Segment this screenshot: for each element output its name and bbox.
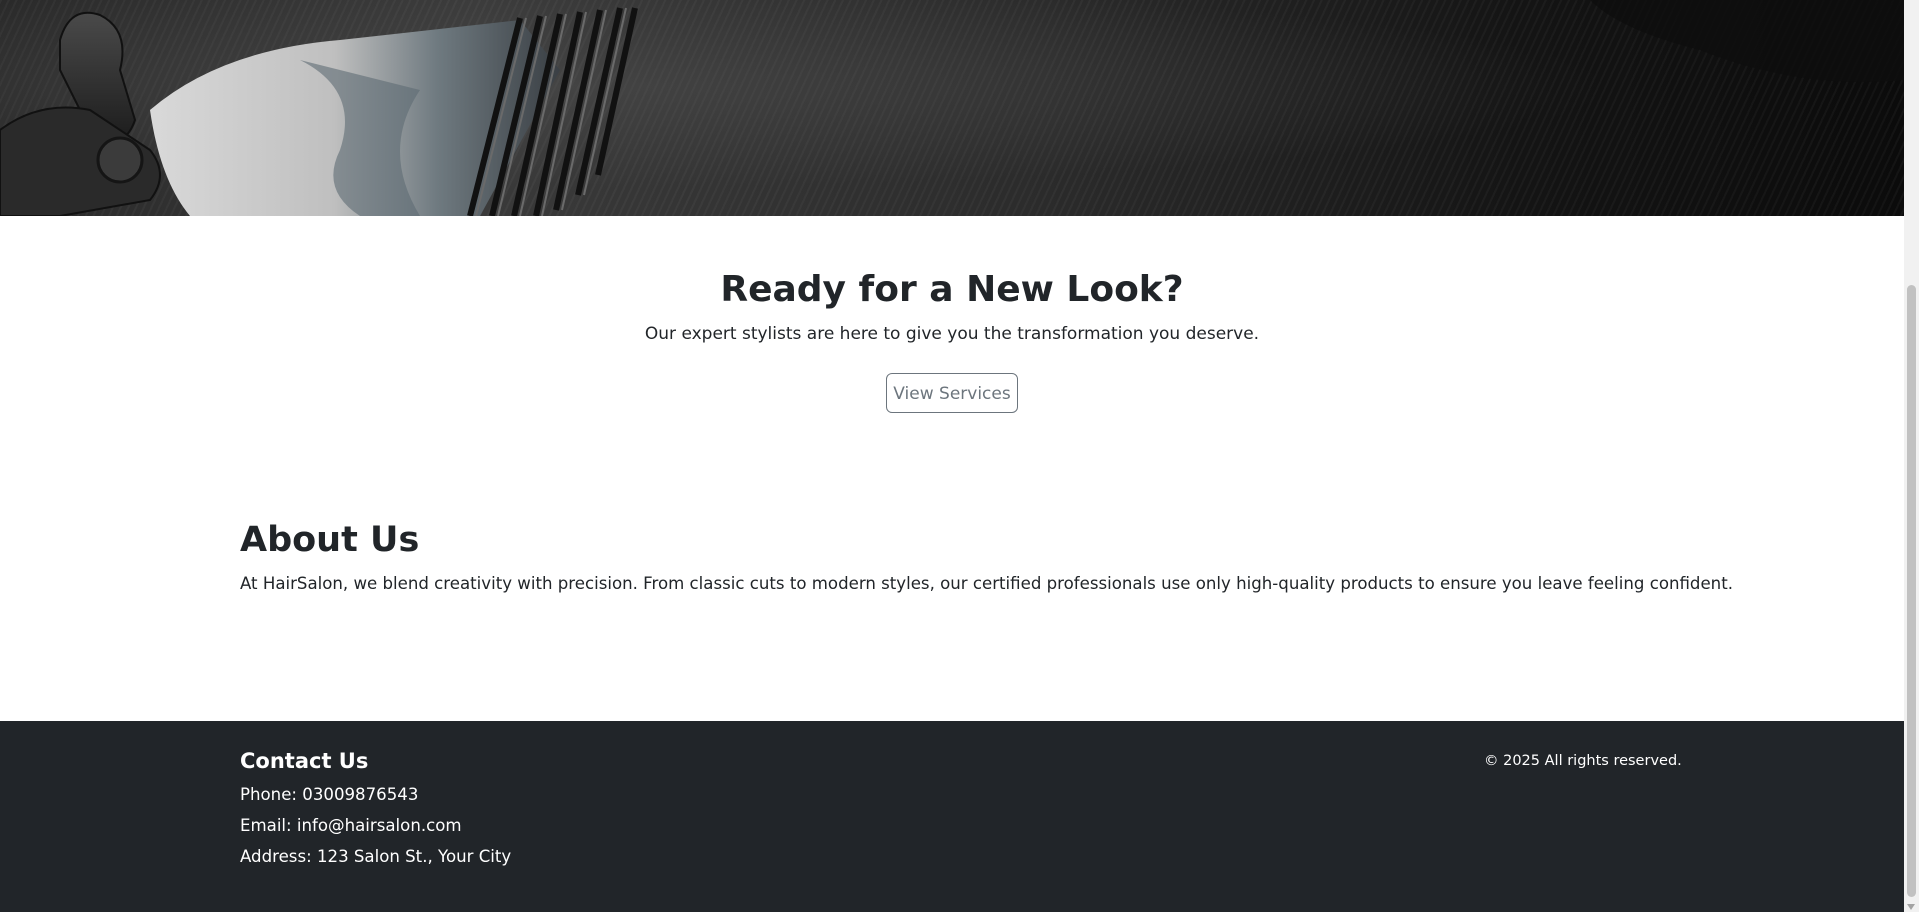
view-services-button[interactable]: View Services — [886, 373, 1018, 413]
contact-address: Address: 123 Salon St., Your City — [240, 847, 512, 866]
hero-image — [0, 0, 1904, 216]
cta-title: Ready for a New Look? — [720, 269, 1184, 310]
contact-email: Email: info@hairsalon.com — [240, 816, 462, 835]
cta-subtitle: Our expert stylists are here to give you… — [644, 324, 1260, 344]
footer: Contact Us Phone: 03009876543 Email: inf… — [0, 721, 1904, 912]
scrollbar-thumb[interactable] — [1907, 285, 1916, 897]
page: Ready for a New Look? Our expert stylist… — [0, 0, 1904, 912]
scroll-down-arrow-icon[interactable] — [1907, 904, 1915, 910]
about-text: At HairSalon, we blend creativity with p… — [240, 574, 1733, 593]
about-title: About Us — [240, 520, 420, 560]
copyright-text: © 2025 All rights reserved. — [1484, 753, 1682, 769]
clipper-illustration — [0, 0, 1904, 216]
page-scrollbar[interactable] — [1904, 0, 1919, 912]
contact-phone: Phone: 03009876543 — [240, 785, 419, 804]
contact-title: Contact Us — [240, 749, 369, 773]
